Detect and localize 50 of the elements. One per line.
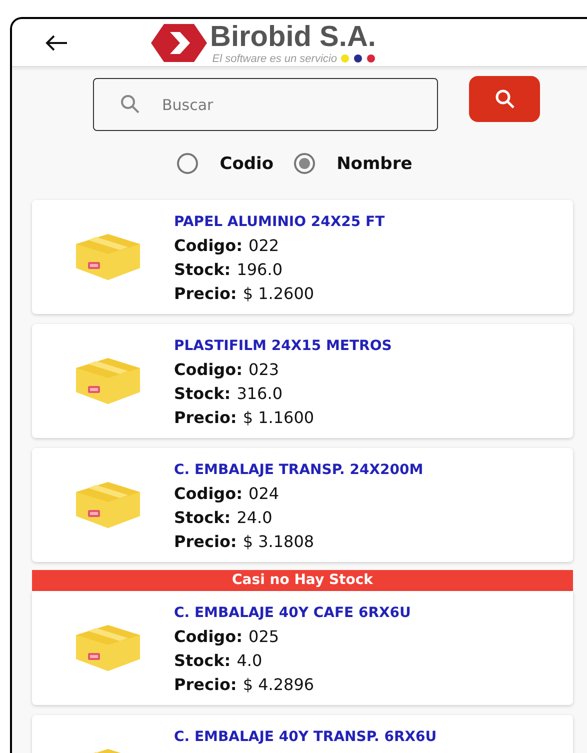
dots-icon — [340, 54, 376, 63]
search-field[interactable]: Buscar — [93, 78, 438, 131]
search-button[interactable] — [469, 76, 540, 122]
field-value: 4.0 — [236, 651, 262, 670]
search-icon — [494, 88, 516, 110]
back-arrow-icon — [44, 34, 68, 52]
field-value: 025 — [248, 627, 280, 646]
field-value: $ 1.1600 — [242, 408, 314, 427]
tagline: El software es un servicio — [212, 52, 337, 64]
logo-icon — [150, 22, 208, 62]
field-label: Stock: — [174, 384, 231, 403]
field-label: Precio: — [174, 532, 237, 551]
field-label: Precio: — [174, 675, 237, 694]
product-name: C. EMBALAJE 40Y CAFE 6RX6U — [174, 604, 411, 623]
product-name: PAPEL ALUMINIO 24X25 FT — [174, 213, 385, 232]
package-icon — [75, 481, 141, 529]
field-label: Stock: — [174, 508, 231, 527]
field-value: $ 1.2600 — [242, 284, 314, 303]
field-label: Codigo: — [174, 627, 243, 646]
field-value: $ 4.2896 — [242, 675, 314, 694]
package-icon — [75, 624, 141, 672]
radio-option[interactable]: Nombre — [294, 153, 412, 174]
field-label: Codigo: — [174, 360, 243, 379]
low-stock-banner: Casi no Hay Stock — [32, 570, 573, 591]
field-value: 316.0 — [236, 384, 282, 403]
search-icon — [120, 94, 140, 114]
field-label: Codigo: — [174, 236, 243, 255]
product-card[interactable]: C. EMBALAJE 40Y CAFE 6RX6U Codigo: 025 Stock: 4.0 Precio: $ 4.2896 — [32, 591, 573, 705]
radio-option[interactable]: Codio — [176, 153, 274, 174]
field-label: Precio: — [174, 408, 237, 427]
product-card[interactable]: PLASTIFILM 24X15 METROS Codigo: 023 Stock: 316.0 Precio: $ 1.1600 — [32, 324, 573, 438]
product-card[interactable]: PAPEL ALUMINIO 24X25 FT Codigo: 022 Stock: 196.0 Precio: $ 1.2600 — [32, 200, 573, 314]
product-card[interactable]: C. EMBALAJE TRANSP. 24X200M Codigo: 024 Stock: 24.0 Precio: $ 3.1808 — [32, 448, 573, 562]
field-value: 196.0 — [236, 260, 282, 279]
brand-name: Birobid S.A. — [210, 20, 376, 52]
field-value: 022 — [248, 236, 280, 255]
field-value: $ 3.1808 — [242, 532, 314, 551]
field-label: Stock: — [174, 260, 231, 279]
field-value: 24.0 — [236, 508, 272, 527]
field-label: Codigo: — [174, 484, 243, 503]
field-label: Precio: — [174, 284, 237, 303]
field-label: Stock: — [174, 651, 231, 670]
product-card[interactable]: C. EMBALAJE 40Y TRANSP. 6RX6U — [32, 715, 573, 753]
field-value: 023 — [248, 360, 280, 379]
package-icon — [75, 357, 141, 405]
package-icon — [75, 233, 141, 281]
product-name: C. EMBALAJE TRANSP. 24X200M — [174, 461, 424, 480]
product-name: PLASTIFILM 24X15 METROS — [174, 337, 392, 356]
product-name: C. EMBALAJE 40Y TRANSP. 6RX6U — [174, 728, 437, 747]
field-value: 024 — [248, 484, 280, 503]
